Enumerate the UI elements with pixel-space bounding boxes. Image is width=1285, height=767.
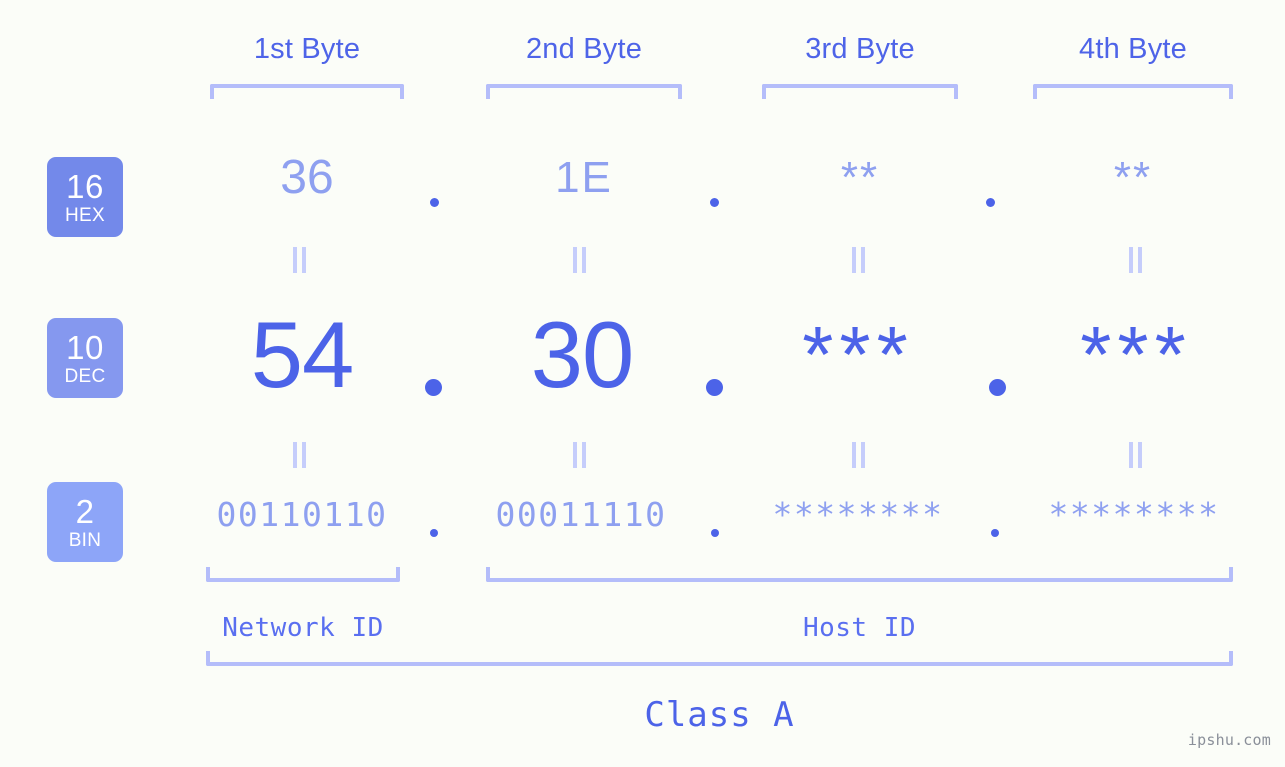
hex-separator-dot-2	[710, 198, 719, 207]
equivalence-mark-hex-dec-4	[1128, 247, 1144, 273]
class-bracket	[206, 651, 1233, 666]
hex-value-byte4: **	[1113, 153, 1153, 202]
dec-value-byte2: 30	[530, 302, 635, 407]
base-badge-dec-number: 10	[66, 328, 104, 366]
dec-value-byte3: ***	[802, 310, 914, 399]
byte-bracket-3	[762, 84, 958, 99]
byte-bracket-2	[486, 84, 682, 99]
bin-value-byte2: 00011110	[495, 495, 667, 534]
dec-separator-dot-1	[425, 379, 442, 396]
bin-value-byte4: ********	[1048, 495, 1220, 534]
hex-separator-dot-3	[986, 198, 995, 207]
bin-separator-dot-1	[430, 529, 438, 537]
base-badge-hex-name: HEX	[65, 204, 105, 226]
byte-header-1: 1st Byte	[253, 33, 361, 65]
base-badge-bin-name: BIN	[68, 529, 102, 551]
equivalence-mark-hex-dec-3	[851, 247, 867, 273]
site-watermark: ipshu.com	[1187, 731, 1271, 749]
base-badge-hex-number: 16	[66, 167, 104, 205]
dec-separator-dot-3	[989, 379, 1006, 396]
byte-header-4: 4th Byte	[1079, 33, 1187, 65]
bin-separator-dot-3	[991, 529, 999, 537]
base-badge-bin: 2 BIN	[47, 482, 123, 562]
network-id-bracket	[206, 567, 400, 582]
equivalence-mark-hex-dec-1	[292, 247, 308, 273]
hex-value-byte3: **	[840, 153, 880, 202]
base-badge-dec-name: DEC	[64, 365, 106, 387]
ip-byte-diagram: 1st Byte 2nd Byte 3rd Byte 4th Byte 16 H…	[0, 0, 1285, 767]
dec-value-byte1: 54	[250, 302, 355, 407]
host-id-bracket	[486, 567, 1233, 582]
base-badge-dec: 10 DEC	[47, 318, 123, 398]
byte-bracket-4	[1033, 84, 1233, 99]
base-badge-hex: 16 HEX	[47, 157, 123, 237]
hex-value-byte1: 36	[280, 151, 334, 204]
hex-value-byte2: 1E	[555, 153, 613, 202]
hex-separator-dot-1	[430, 198, 439, 207]
bin-value-byte3: ********	[772, 495, 944, 534]
equivalence-mark-hex-dec-2	[572, 247, 588, 273]
byte-header-3: 3rd Byte	[805, 33, 915, 65]
bin-value-byte1: 00110110	[216, 495, 388, 534]
dec-value-byte4: ***	[1080, 310, 1192, 399]
class-label: Class A	[644, 695, 795, 735]
byte-bracket-1	[210, 84, 404, 99]
host-id-label: Host ID	[802, 613, 917, 643]
equivalence-mark-dec-bin-3	[851, 442, 867, 468]
bin-separator-dot-2	[711, 529, 719, 537]
equivalence-mark-dec-bin-4	[1128, 442, 1144, 468]
equivalence-mark-dec-bin-2	[572, 442, 588, 468]
base-badge-bin-number: 2	[75, 492, 95, 530]
byte-header-2: 2nd Byte	[525, 33, 643, 65]
equivalence-mark-dec-bin-1	[292, 442, 308, 468]
network-id-label: Network ID	[222, 613, 384, 643]
dec-separator-dot-2	[706, 379, 723, 396]
